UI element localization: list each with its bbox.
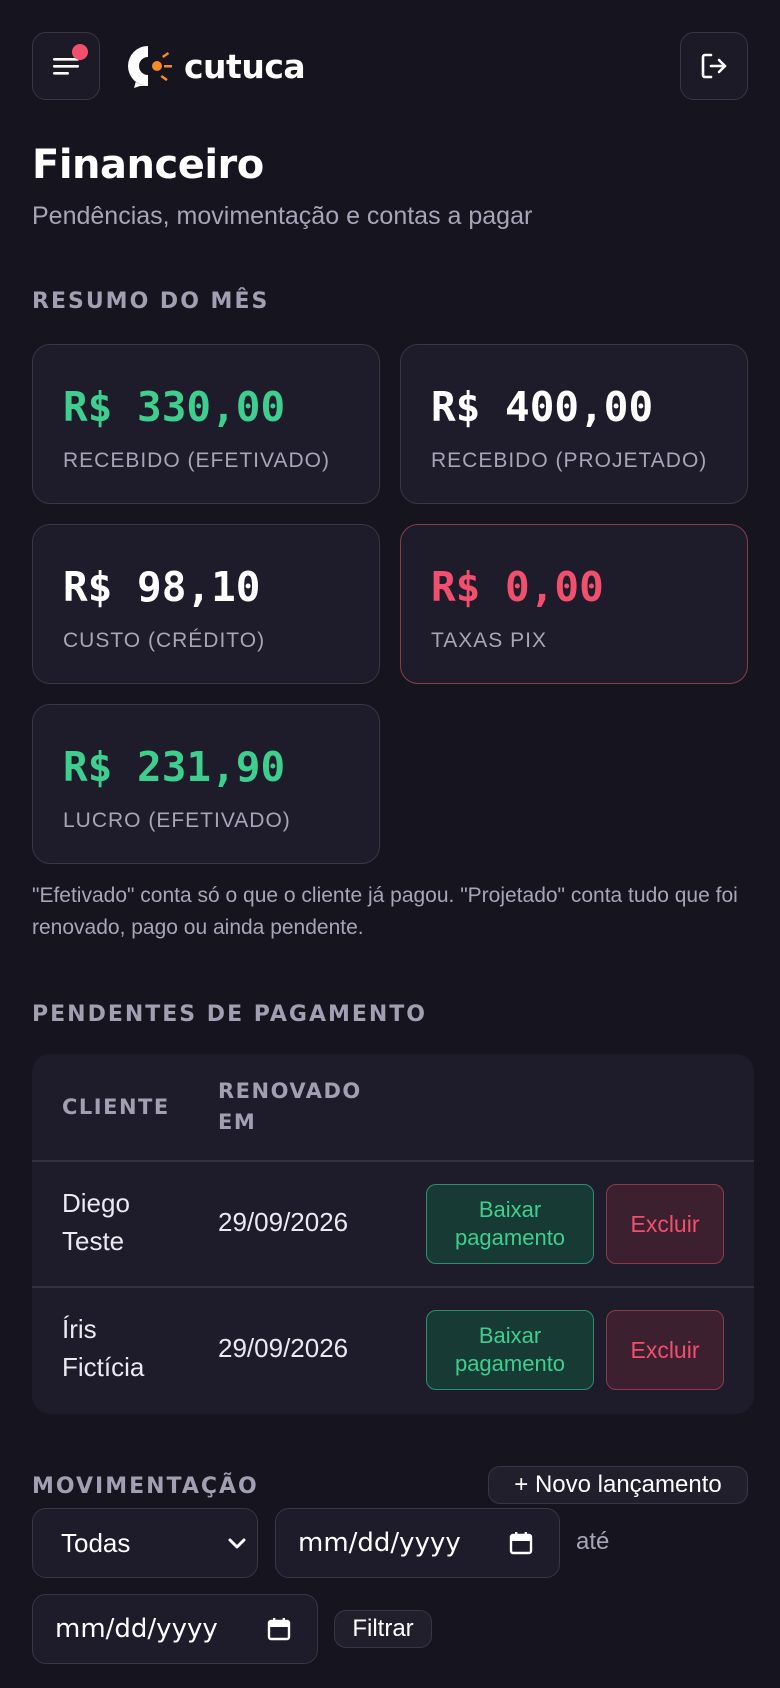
- card-caption: RECEBIDO (EFETIVADO): [63, 449, 330, 472]
- card-profit-effective: R$ 231,90 LUCRO (EFETIVADO): [32, 704, 380, 864]
- column-header-client: CLIENTE: [62, 1095, 170, 1119]
- date-to-placeholder: mm/dd/yyyy: [55, 1614, 218, 1644]
- card-pix-fees: R$ 0,00 TAXAS PIX: [400, 524, 748, 684]
- date-to-input[interactable]: mm/dd/yyyy: [32, 1594, 318, 1664]
- app-header: cutuca: [32, 32, 748, 100]
- mark-paid-button[interactable]: Baixar pagamento: [426, 1184, 594, 1264]
- cell-client-name: Íris Fictícia: [62, 1310, 144, 1386]
- logout-icon: [701, 53, 727, 79]
- mark-paid-label-2: pagamento: [454, 1225, 566, 1250]
- card-caption: CUSTO (CRÉDITO): [63, 629, 266, 652]
- card-received-projected: R$ 400,00 RECEBIDO (PROJETADO): [400, 344, 748, 504]
- chevron-down-icon: [228, 1538, 246, 1549]
- mark-paid-label-2: pagamento: [454, 1351, 566, 1376]
- brand-name: cutuca: [184, 46, 306, 86]
- column-header-renewed-line2: EM: [218, 1110, 257, 1134]
- new-entry-button[interactable]: + Novo lançamento: [488, 1466, 748, 1504]
- page-title: Financeiro: [32, 142, 264, 188]
- card-value: R$ 98,10: [63, 563, 261, 611]
- column-header-renewed-line1: RENOVADO: [218, 1079, 362, 1103]
- client-first-name: Diego: [62, 1188, 130, 1218]
- cell-renewed-date: 29/09/2026: [218, 1333, 349, 1363]
- hamburger-icon: [53, 58, 79, 75]
- card-cost-credit: R$ 98,10 CUSTO (CRÉDITO): [32, 524, 380, 684]
- pending-table: CLIENTE RENOVADO EM Diego Teste 29/09/20…: [32, 1054, 754, 1414]
- cell-client-name: Diego Teste: [62, 1184, 130, 1260]
- summary-note: "Efetivado" conta só o que o cliente já …: [32, 884, 738, 939]
- notification-dot: [72, 44, 88, 60]
- page-subtitle: Pendências, movimentação e contas a paga…: [32, 202, 533, 230]
- card-value: R$ 231,90: [63, 743, 286, 791]
- movement-section-label: MOVIMENTAÇÃO: [32, 1474, 259, 1499]
- summary-section-label: RESUMO DO MÊS: [32, 289, 270, 314]
- mark-paid-label-1: Baixar: [478, 1197, 542, 1222]
- client-first-name: Íris: [62, 1314, 97, 1344]
- logout-button[interactable]: [680, 32, 748, 100]
- delete-button[interactable]: Excluir: [606, 1184, 724, 1264]
- until-label: até: [576, 1528, 610, 1555]
- card-value: R$ 330,00: [63, 383, 286, 431]
- filter-button[interactable]: Filtrar: [334, 1610, 432, 1648]
- row-divider: [32, 1160, 754, 1162]
- card-received-effective: R$ 330,00 RECEBIDO (EFETIVADO): [32, 344, 380, 504]
- card-value: R$ 0,00: [431, 563, 604, 611]
- menu-button[interactable]: [32, 32, 100, 100]
- card-caption: RECEBIDO (PROJETADO): [431, 449, 708, 472]
- card-caption: TAXAS PIX: [431, 629, 547, 652]
- mark-paid-label-1: Baixar: [478, 1323, 542, 1348]
- client-last-name: Fictícia: [62, 1352, 145, 1382]
- card-value: R$ 400,00: [431, 383, 654, 431]
- mark-paid-button[interactable]: Baixar pagamento: [426, 1310, 594, 1390]
- date-from-input[interactable]: mm/dd/yyyy: [275, 1508, 560, 1578]
- calendar-icon[interactable]: [509, 1531, 533, 1555]
- logo-c-icon: [128, 46, 172, 88]
- pending-section-label: PENDENTES DE PAGAMENTO: [32, 1002, 428, 1027]
- type-filter-value: Todas: [61, 1527, 131, 1558]
- delete-button[interactable]: Excluir: [606, 1310, 724, 1390]
- cell-renewed-date: 29/09/2026: [218, 1207, 349, 1237]
- type-filter-select[interactable]: Todas: [32, 1508, 258, 1578]
- column-header-renewed: RENOVADO EM: [218, 1076, 362, 1138]
- date-from-placeholder: mm/dd/yyyy: [298, 1528, 461, 1558]
- client-last-name: Teste: [62, 1226, 125, 1256]
- row-divider: [32, 1286, 754, 1288]
- card-caption: LUCRO (EFETIVADO): [63, 809, 291, 832]
- brand-logo: cutuca: [126, 42, 306, 90]
- calendar-icon[interactable]: [267, 1617, 291, 1641]
